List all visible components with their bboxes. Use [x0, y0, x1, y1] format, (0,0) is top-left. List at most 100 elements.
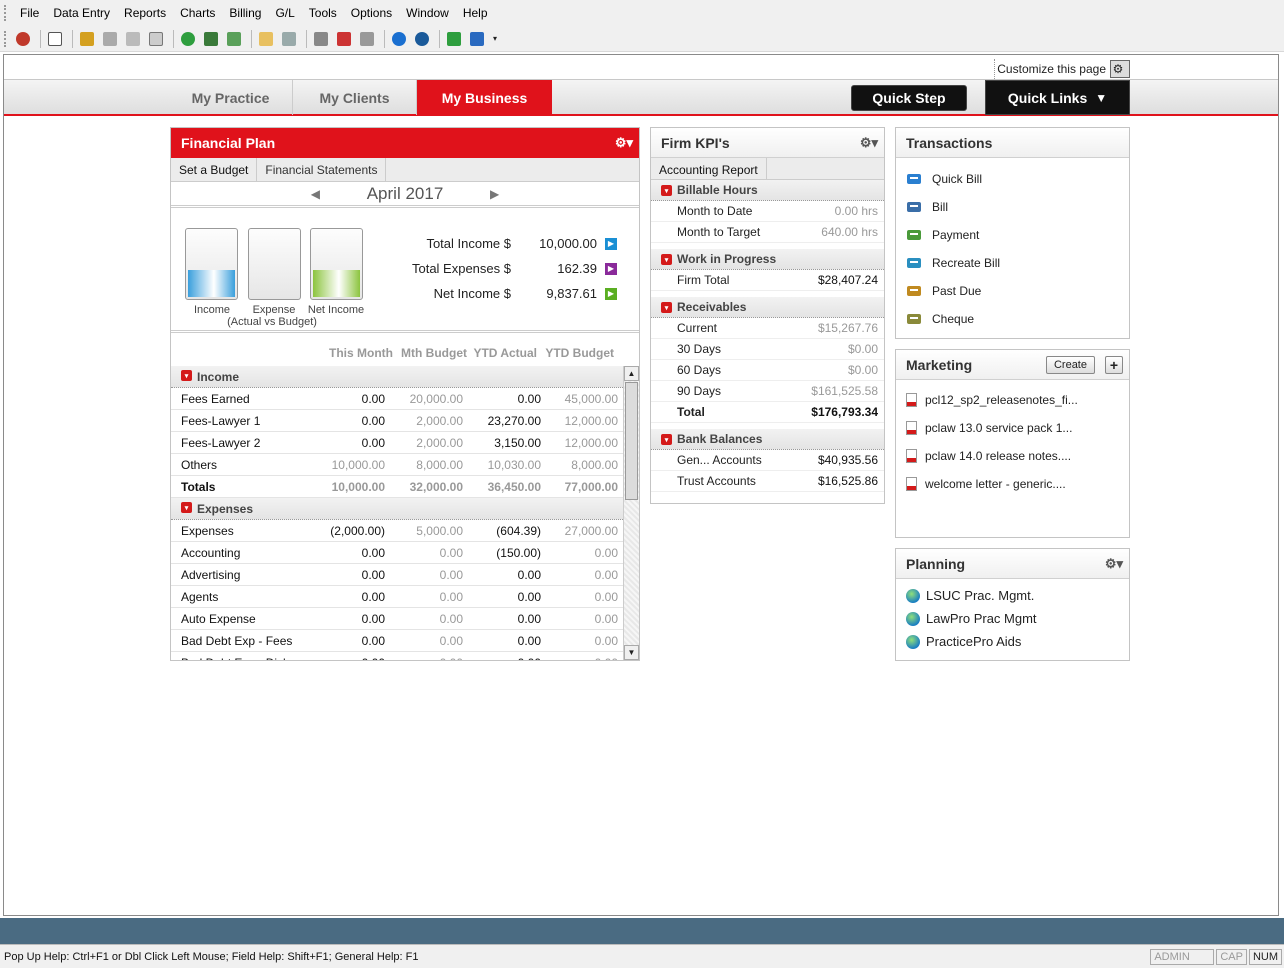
table-row[interactable]: Accounting 0.00 0.00 (150.00) 0.00 [171, 542, 623, 564]
table-row[interactable]: Auto Expense 0.00 0.00 0.00 0.00 [171, 608, 623, 630]
ledger-icon[interactable] [224, 29, 244, 49]
table-row[interactable]: Totals 10,000.00 32,000.00 36,450.00 77,000.… [171, 476, 623, 498]
previous-month-icon[interactable]: ◀ [311, 187, 320, 201]
tab-my-business[interactable]: My Business [417, 80, 552, 115]
marketing-document[interactable]: pclaw 14.0 release notes.... [896, 442, 1129, 470]
menu-window[interactable]: Window [401, 6, 458, 20]
scissors-icon[interactable] [334, 29, 354, 49]
timesheet-icon[interactable] [123, 29, 143, 49]
scroll-down-icon[interactable]: ▼ [624, 645, 639, 660]
menu-tools[interactable]: Tools [304, 6, 346, 20]
kpi-row[interactable]: Trust Accounts $16,525.86 [651, 471, 884, 492]
collapse-icon[interactable]: ▾ [661, 185, 672, 196]
kpi-section[interactable]: ▾ Billable Hours [651, 180, 884, 201]
window-icon[interactable] [467, 29, 487, 49]
expense-gauge[interactable] [248, 228, 301, 300]
transaction-link[interactable]: Bill [896, 193, 1129, 221]
menu-gl[interactable]: G/L [270, 6, 303, 20]
table-row[interactable]: Expenses (2,000.00) 5,000.00 (604.39) 27,000… [171, 520, 623, 542]
table-row[interactable]: Agents 0.00 0.00 0.00 0.00 [171, 586, 623, 608]
menu-charts[interactable]: Charts [175, 6, 224, 20]
subtab-set-budget[interactable]: Set a Budget [171, 158, 258, 182]
collapse-icon[interactable]: ▾ [661, 254, 672, 265]
fees-icon[interactable] [100, 29, 120, 49]
collapse-icon[interactable]: ▾ [661, 302, 672, 313]
scroll-thumb[interactable] [625, 382, 638, 500]
table-row[interactable]: Fees-Lawyer 2 0.00 2,000.00 3,150.00 12,000.… [171, 432, 623, 454]
print-icon[interactable] [311, 29, 331, 49]
transaction-link[interactable]: Cheque [896, 305, 1129, 333]
menu-billing[interactable]: Billing [224, 6, 270, 20]
table-row[interactable]: Others 10,000.00 8,000.00 10,030.00 8,000.00 [171, 454, 623, 476]
income-gauge[interactable] [185, 228, 238, 300]
menu-reports[interactable]: Reports [119, 6, 175, 20]
collapse-icon[interactable]: ▾ [181, 370, 192, 381]
menu-file[interactable]: File [15, 6, 48, 20]
scroll-up-icon[interactable]: ▲ [624, 366, 639, 381]
kpi-section[interactable]: ▾ Bank Balances [651, 429, 884, 450]
subtab-accounting-report[interactable]: Accounting Report [651, 158, 767, 182]
customize-gear-button[interactable]: ⚙ [1110, 60, 1130, 78]
add-button[interactable]: + [1105, 356, 1123, 374]
go-arrow-icon[interactable]: ▶ [605, 287, 617, 300]
transaction-link[interactable]: Recreate Bill [896, 249, 1129, 277]
add-icon[interactable] [444, 29, 464, 49]
kpi-row[interactable]: Month to Target 640.00 hrs [651, 222, 884, 243]
planning-link[interactable]: LSUC Prac. Mgmt. [896, 584, 1129, 607]
kpi-row[interactable]: Total $176,793.34 [651, 402, 884, 423]
net-income-gauge[interactable] [310, 228, 363, 300]
paste-icon[interactable] [357, 29, 377, 49]
menu-data-entry[interactable]: Data Entry [48, 6, 119, 20]
menu-help[interactable]: Help [458, 6, 497, 20]
quick-links-button[interactable]: Quick Links ▼ [985, 80, 1130, 115]
kpi-row[interactable]: 90 Days $161,525.58 [651, 381, 884, 402]
kpi-row[interactable]: Firm Total $28,407.24 [651, 270, 884, 291]
table-row[interactable]: Bad Debt Exp - Fees 0.00 0.00 0.00 0.00 [171, 630, 623, 652]
kpi-row[interactable]: Current $15,267.76 [651, 318, 884, 339]
gear-icon[interactable]: ⚙▾ [1105, 556, 1123, 572]
quick-step-button[interactable]: Quick Step [851, 85, 967, 111]
docket-icon[interactable] [146, 29, 166, 49]
notes-icon[interactable] [256, 29, 276, 49]
table-row[interactable]: Bad Debt Exp - Disb0.000.000.000.00 [171, 652, 623, 660]
tab-my-clients[interactable]: My Clients [293, 80, 417, 115]
go-arrow-icon[interactable]: ▶ [605, 237, 617, 250]
chevron-down-icon[interactable]: ▾ [490, 29, 500, 49]
table-row[interactable]: Fees-Lawyer 1 0.00 2,000.00 23,270.00 12,000… [171, 410, 623, 432]
table-row[interactable]: Fees Earned 0.00 20,000.00 0.00 45,000.00 [171, 388, 623, 410]
transaction-link[interactable]: Payment [896, 221, 1129, 249]
collapse-icon[interactable]: ▾ [661, 434, 672, 445]
marketing-document[interactable]: welcome letter - generic.... [896, 470, 1129, 498]
dollar-icon[interactable] [178, 29, 198, 49]
exit-icon[interactable] [13, 29, 33, 49]
planning-link[interactable]: LawPro Prac Mgmt [896, 607, 1129, 630]
gear-icon[interactable]: ⚙▾ [860, 135, 878, 151]
tab-my-practice[interactable]: My Practice [169, 80, 293, 115]
budget-scrollbar[interactable]: ▲ ▼ [623, 366, 639, 660]
kpi-row[interactable]: 60 Days $0.00 [651, 360, 884, 381]
calendar-icon[interactable] [45, 29, 65, 49]
marketing-document[interactable]: pclaw 13.0 service pack 1... [896, 414, 1129, 442]
kpi-row[interactable]: Month to Date 0.00 hrs [651, 201, 884, 222]
calculator-icon[interactable] [279, 29, 299, 49]
subtab-financial-statements[interactable]: Financial Statements [257, 158, 387, 182]
menu-options[interactable]: Options [346, 6, 401, 20]
kpi-row[interactable]: Gen... Accounts $40,935.56 [651, 450, 884, 471]
book-icon[interactable] [201, 29, 221, 49]
kpi-section[interactable]: ▾ Work in Progress [651, 249, 884, 270]
next-month-icon[interactable]: ▶ [490, 187, 499, 201]
collapse-icon[interactable]: ▾ [181, 502, 192, 513]
kpi-row[interactable]: 30 Days $0.00 [651, 339, 884, 360]
go-arrow-icon[interactable]: ▶ [605, 262, 617, 275]
table-row[interactable]: Advertising 0.00 0.00 0.00 0.00 [171, 564, 623, 586]
help-icon[interactable] [389, 29, 409, 49]
kpi-section[interactable]: ▾ Receivables [651, 297, 884, 318]
create-button[interactable]: Create [1045, 356, 1095, 374]
transaction-link[interactable]: Past Due [896, 277, 1129, 305]
scales-icon[interactable] [77, 29, 97, 49]
gear-icon[interactable]: ⚙▾ [615, 135, 633, 151]
context-help-icon[interactable] [412, 29, 432, 49]
transaction-link[interactable]: Quick Bill [896, 165, 1129, 193]
marketing-document[interactable]: pcl12_sp2_releasenotes_fi... [896, 386, 1129, 414]
planning-link[interactable]: PracticePro Aids [896, 630, 1129, 653]
